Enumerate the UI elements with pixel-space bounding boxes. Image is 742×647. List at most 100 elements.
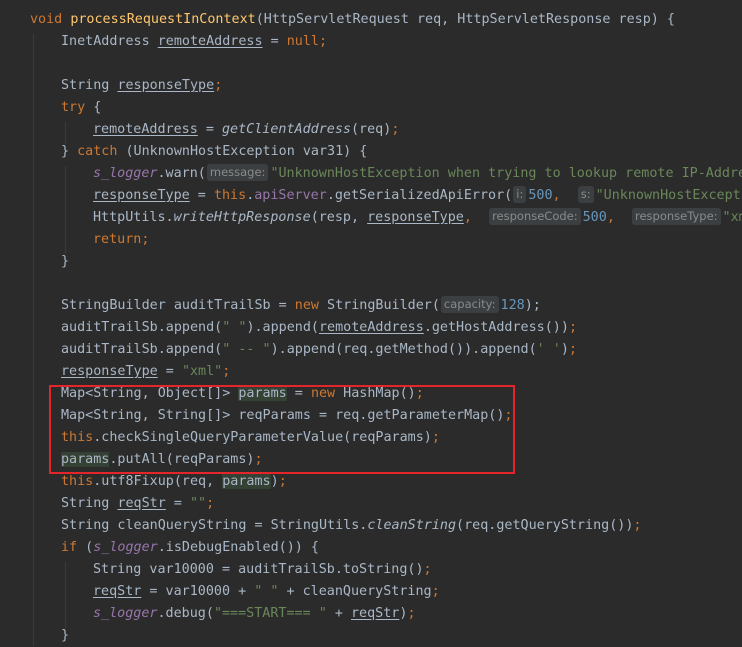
keyword: try (61, 100, 86, 115)
code-line-14[interactable]: StringBuilder auditTrailSb = new StringB… (61, 295, 541, 317)
parameter-hint: responseType: (632, 208, 721, 225)
code-line-7[interactable]: } catch (UnknownHostException var31) { (61, 141, 367, 163)
code-text: + cleanQueryString (278, 584, 432, 599)
keyword: if (61, 540, 78, 555)
code-text: .utf8Fixup(req, (93, 474, 223, 489)
code-line-16[interactable]: auditTrailSb.append(" -- ").append(req.g… (61, 339, 577, 361)
keyword: this (61, 474, 94, 489)
string-literal: "xm (722, 210, 742, 225)
code-text: String (61, 78, 118, 93)
code-line-9[interactable]: responseType = this.apiServer.getSeriali… (93, 185, 742, 207)
semicolon: ; (423, 562, 432, 577)
parameter-hint: responseCode: (489, 208, 581, 225)
code-line-22[interactable]: this.utf8Fixup(req, params); (61, 471, 287, 493)
code-text: StringBuilder( (318, 298, 440, 313)
code-text: = (165, 496, 190, 511)
string-literal: "===START=== " (213, 606, 327, 621)
code-text: ) (270, 474, 279, 489)
code-text: .warn( (157, 166, 206, 181)
indent-guide (33, 34, 34, 646)
static-field: s_logger (93, 166, 158, 181)
code-line-17[interactable]: responseType = "xml"; (61, 361, 230, 383)
code-text: (req) (351, 122, 392, 137)
code-text: (resp, (310, 210, 368, 225)
code-text: + (326, 606, 351, 621)
string-literal: "" (190, 496, 207, 511)
code-line-24[interactable]: String cleanQueryString = StringUtils.cl… (61, 515, 641, 537)
code-line-12[interactable]: } (61, 251, 69, 273)
code-text: = (157, 364, 182, 379)
code-editor[interactable]: void processRequestInContext(HttpServlet… (0, 0, 742, 646)
code-line-26[interactable]: String var10000 = auditTrailSb.toString(… (93, 559, 432, 581)
code-text: String (61, 496, 118, 511)
code-text: .getHostAddress()) (423, 320, 569, 335)
code-line-15[interactable]: auditTrailSb.append(" ").append(remoteAd… (61, 317, 577, 339)
comma: , (552, 188, 577, 203)
variable: remoteAddress (319, 320, 424, 335)
code-line-4[interactable]: String responseType; (61, 75, 222, 97)
code-line-27[interactable]: reqStr = var10000 + " " + cleanQueryStri… (93, 581, 440, 603)
method-name: processRequestInContext (70, 12, 256, 27)
code-text: String cleanQueryString = StringUtils. (61, 518, 368, 533)
variable-highlighted: params (222, 474, 271, 489)
variable: reqStr (351, 606, 400, 621)
code-line-28[interactable]: s_logger.debug("===START=== " + reqStr); (93, 603, 416, 625)
string-literal: " " (222, 320, 247, 335)
number-literal: 500 (582, 210, 607, 225)
code-line-23[interactable]: String reqStr = ""; (61, 493, 214, 515)
highlight-annotation-box (49, 385, 515, 474)
code-line-25[interactable]: if (s_logger.isDebugEnabled()) { (61, 537, 319, 559)
code-text: ).append(req.getMethod()).append( (270, 342, 537, 357)
code-text: ) (560, 342, 569, 357)
code-text: HttpUtils. (93, 210, 174, 225)
variable: remoteAddress (93, 122, 198, 137)
variable: remoteAddress (157, 34, 263, 49)
code-text: String var10000 = auditTrailSb.toString(… (93, 562, 424, 577)
semicolon: ; (407, 606, 416, 621)
parameter-hint: message: (206, 164, 269, 181)
code-text: = (197, 122, 222, 137)
code-text: = var10000 + (141, 584, 255, 599)
code-line-5[interactable]: try { (61, 97, 101, 119)
keyword: void (30, 12, 63, 27)
code-text: auditTrailSb.append( (61, 320, 223, 335)
code-line-6[interactable]: remoteAddress = getClientAddress(req); (93, 119, 399, 141)
number-literal: 500 (528, 188, 553, 203)
code-text: = (262, 34, 287, 49)
code-line-8[interactable]: s_logger.warn(message: "UnknownHostExcept… (93, 163, 742, 185)
code-text: .debug( (157, 606, 214, 621)
parameter-hint: capacity: (440, 296, 499, 313)
static-field: s_logger (93, 540, 158, 555)
semicolon: ; (141, 232, 150, 247)
semicolon: ; (214, 78, 223, 93)
code-text: (req.getQueryString()) (456, 518, 634, 533)
comma: , (606, 210, 631, 225)
variable: responseType (93, 188, 190, 203)
code-line-2[interactable]: InetAddress remoteAddress = null; (61, 31, 327, 53)
code-line-29[interactable]: } (61, 625, 69, 647)
keyword: catch (77, 144, 118, 159)
char-literal: ' ' (536, 342, 561, 357)
string-literal: " " (254, 584, 279, 599)
semicolon: ; (206, 496, 215, 511)
code-text: } (61, 628, 70, 643)
code-text: .getSerializedApiError( (326, 188, 513, 203)
code-line-1[interactable]: void processRequestInContext(HttpServlet… (30, 9, 675, 31)
code-text: .isDebugEnabled()) { (157, 540, 319, 555)
semicolon: ; (222, 364, 231, 379)
code-line-10[interactable]: HttpUtils.writeHttpResponse(resp, respon… (93, 207, 742, 229)
string-literal: "UnknownHostException when trying to loo… (270, 166, 742, 181)
code-text: (UnknownHostException var31) { (117, 144, 368, 159)
code-line-11[interactable]: return; (93, 229, 149, 251)
keyword: new (294, 298, 319, 313)
code-text: InetAddress (61, 34, 158, 49)
comma: , (463, 210, 489, 225)
semicolon: ; (568, 320, 577, 335)
keyword: return (93, 232, 142, 247)
code-text: auditTrailSb.append( (61, 342, 223, 357)
method-call: writeHttpResponse (173, 210, 311, 225)
method-call: cleanString (367, 518, 457, 533)
variable: reqStr (93, 584, 142, 599)
string-literal: "xml" (181, 364, 223, 379)
code-text: ); (524, 298, 541, 313)
